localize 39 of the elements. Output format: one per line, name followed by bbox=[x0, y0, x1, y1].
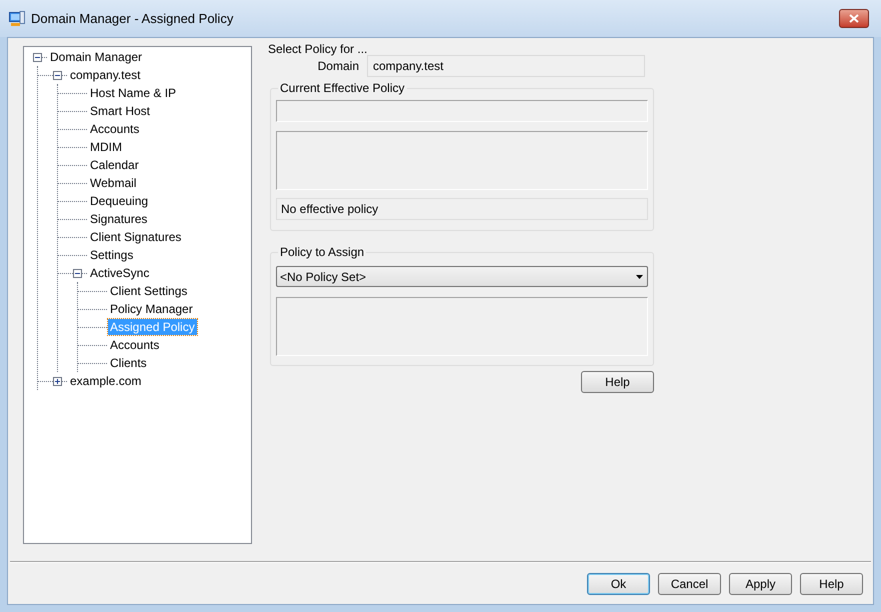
status-field: No effective policy bbox=[276, 198, 648, 220]
policy-dropdown[interactable]: <No Policy Set> bbox=[276, 266, 648, 287]
tree-item[interactable]: ActiveSync bbox=[88, 265, 152, 281]
tree-item[interactable]: Signatures bbox=[88, 211, 150, 227]
group-title: Policy to Assign bbox=[278, 245, 366, 259]
tree-item[interactable]: Host Name & IP bbox=[88, 85, 178, 101]
help-button[interactable]: Help bbox=[581, 371, 654, 393]
domain-label: Domain bbox=[316, 58, 360, 75]
domain-field: company.test bbox=[367, 55, 645, 77]
expand-icon[interactable] bbox=[53, 376, 62, 386]
tree-item[interactable]: Accounts bbox=[108, 337, 162, 353]
tree-item[interactable]: Client Settings bbox=[108, 283, 190, 299]
tree-item[interactable]: Dequeuing bbox=[88, 193, 150, 209]
dialog-button[interactable]: Help bbox=[800, 573, 863, 595]
tree-item[interactable]: Client Signatures bbox=[88, 229, 184, 245]
tree-item[interactable]: Clients bbox=[108, 355, 149, 371]
tree-item[interactable]: Domain Manager bbox=[48, 49, 144, 65]
collapse-icon[interactable] bbox=[53, 70, 62, 80]
section-heading: Select Policy for ... bbox=[268, 42, 368, 56]
tree-item[interactable]: Smart Host bbox=[88, 103, 152, 119]
tree-item[interactable]: Accounts bbox=[88, 121, 142, 137]
monitor-icon bbox=[9, 10, 25, 26]
collapse-icon[interactable] bbox=[33, 52, 42, 62]
tree-item[interactable]: Calendar bbox=[88, 157, 141, 173]
tree-item[interactable]: company.test bbox=[68, 67, 142, 83]
collapse-icon[interactable] bbox=[73, 268, 82, 278]
window-title: Domain Manager - Assigned Policy bbox=[31, 10, 234, 28]
dialog-button[interactable]: Ok bbox=[587, 573, 650, 595]
tree-item[interactable]: Settings bbox=[88, 247, 136, 263]
tree-item[interactable]: example.com bbox=[68, 373, 144, 389]
close-button[interactable] bbox=[839, 8, 869, 28]
group-title: Current Effective Policy bbox=[278, 81, 406, 95]
tree-item[interactable]: MDIM bbox=[88, 139, 124, 155]
close-icon bbox=[849, 14, 859, 22]
tree-item[interactable]: Policy Manager bbox=[108, 301, 195, 317]
dropdown-arrow-icon bbox=[636, 274, 643, 278]
dialog-button[interactable]: Apply bbox=[729, 573, 792, 595]
dialog-button[interactable]: Cancel bbox=[658, 573, 721, 595]
tree-item[interactable]: Webmail bbox=[88, 175, 138, 191]
